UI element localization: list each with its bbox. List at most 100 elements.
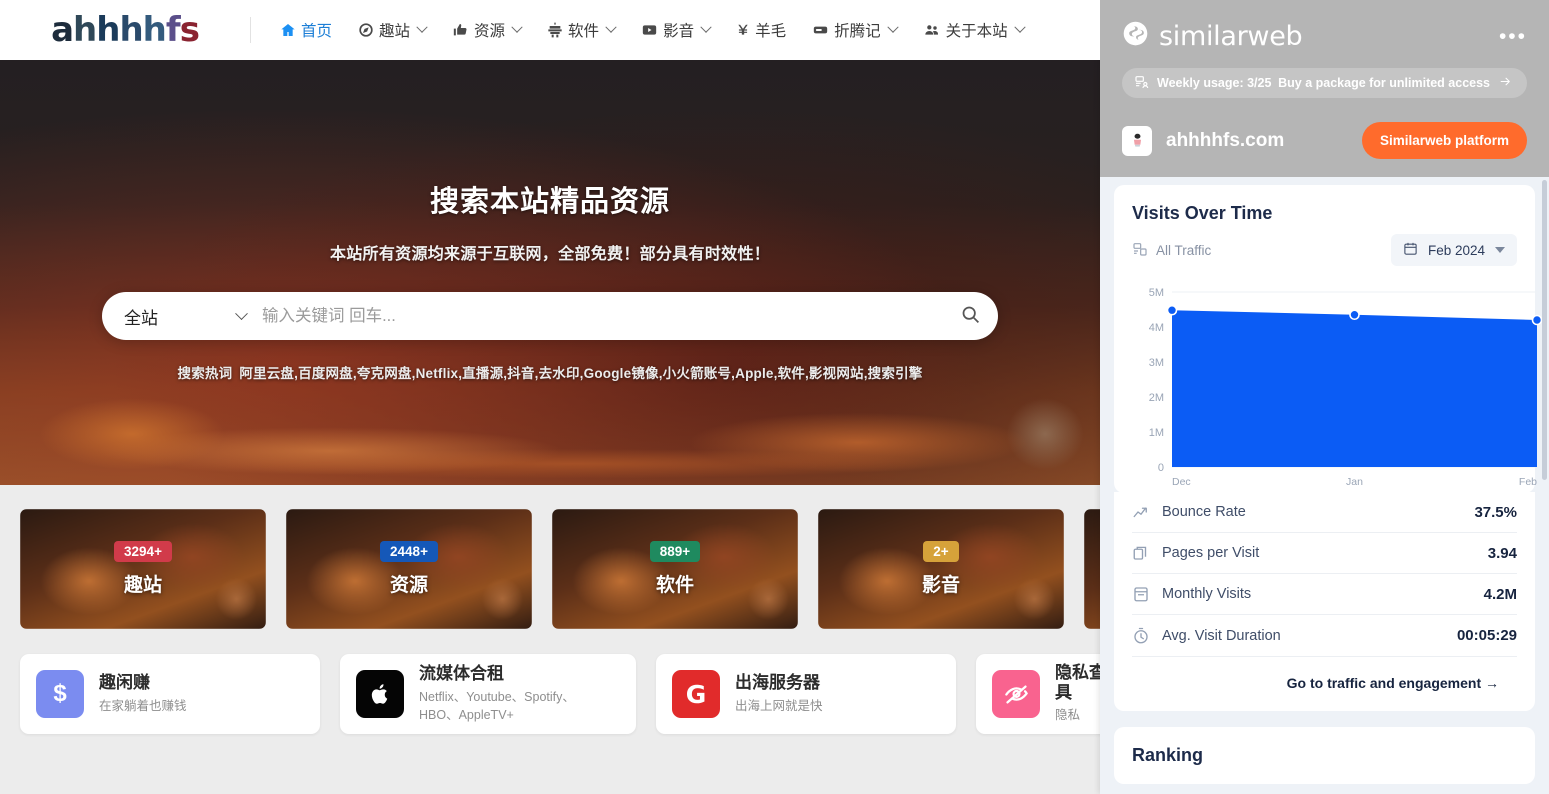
- chevron-down-icon: [700, 21, 712, 33]
- pages-icon: [1132, 544, 1150, 562]
- nav-item-ruanjian[interactable]: 软件: [534, 0, 628, 60]
- svg-text:4M: 4M: [1149, 322, 1164, 334]
- nav-item-yangmao[interactable]: 羊毛: [723, 0, 799, 60]
- clock-icon: [1132, 627, 1150, 645]
- search-icon: [960, 304, 981, 328]
- hot-keywords-label: 搜索热词: [177, 366, 233, 381]
- ranking-card-title: Ranking: [1132, 745, 1204, 765]
- promo-card-quxianzhuan[interactable]: $ 趣闲赚 在家躺着也赚钱: [20, 654, 320, 734]
- category-card[interactable]: [1084, 509, 1100, 629]
- panel-scrollbar[interactable]: [1542, 180, 1547, 480]
- nav-menu: 首页 趣站 资源 软件 影音 羊毛 折腾记 关于本站: [267, 0, 1037, 60]
- users-icon: [923, 22, 941, 38]
- search-button[interactable]: [942, 293, 998, 339]
- promo-card-subtitle: 在家躺着也赚钱: [99, 699, 187, 714]
- category-card[interactable]: 3294+ 趣站: [20, 509, 266, 629]
- hot-keywords: 搜索热词 阿里云盘,百度网盘,夸克网盘,Netflix,直播源,抖音,去水印,G…: [178, 362, 923, 382]
- buy-package-label: Buy a package for unlimited access: [1278, 76, 1490, 90]
- svg-text:0: 0: [1158, 462, 1164, 474]
- similarweb-extension-panel: similarweb ••• Weekly usage: 3/25 Buy a …: [1100, 0, 1549, 794]
- category-card[interactable]: 2+ 影音: [818, 509, 1064, 629]
- robot-icon: [547, 22, 563, 38]
- traffic-filter[interactable]: All Traffic: [1132, 241, 1211, 260]
- google-icon: G: [672, 670, 720, 718]
- engagement-metrics-card: Bounce Rate 37.5% Pages per Visit 3.94 M…: [1114, 492, 1535, 711]
- nav-item-yingyin[interactable]: 影音: [628, 0, 723, 60]
- traffic-filter-label: All Traffic: [1156, 242, 1212, 258]
- promo-card-server[interactable]: G 出海服务器 出海上网就是快: [656, 654, 956, 734]
- category-card[interactable]: 889+ 软件: [552, 509, 798, 629]
- similarweb-brand[interactable]: similarweb: [1122, 20, 1303, 52]
- traffic-engagement-link-row: Go to traffic and engagement →: [1132, 656, 1517, 711]
- metric-label: Monthly Visits: [1162, 586, 1252, 602]
- nav-item-quzhan[interactable]: 趣站: [345, 0, 439, 60]
- category-name: 资源: [389, 575, 428, 596]
- nav-item-label: 趣站: [379, 23, 411, 40]
- search-input[interactable]: [262, 293, 942, 339]
- promo-card-title: 隐私查询工具: [1055, 663, 1100, 702]
- category-card-list: 3294+ 趣站 2448+ 资源 889+ 软件 2+ 影音: [0, 485, 1100, 629]
- more-options-icon[interactable]: •••: [1499, 26, 1527, 47]
- bounce-rate-icon: [1132, 503, 1150, 521]
- buy-package-link[interactable]: Buy a package for unlimited access: [1278, 75, 1513, 91]
- metric-row-bounce-rate: Bounce Rate 37.5%: [1132, 492, 1517, 533]
- ranking-card: Ranking: [1114, 727, 1535, 784]
- site-favicon-icon: [1122, 125, 1152, 156]
- thumbs-up-icon: [452, 22, 469, 38]
- similarweb-platform-button[interactable]: Similarweb platform: [1361, 122, 1527, 159]
- metric-label: Bounce Rate: [1162, 504, 1246, 520]
- nav-item-about[interactable]: 关于本站: [910, 0, 1037, 60]
- nav-item-label: 影音: [663, 23, 695, 40]
- nav-item-label: 资源: [474, 23, 506, 40]
- search-scope-select[interactable]: 全站: [102, 304, 262, 329]
- dollar-glyph: $: [53, 680, 67, 707]
- category-name: 趣站: [123, 575, 162, 596]
- promo-card-subtitle: Netflix、Youtube、Spotify、HBO、AppleTV+: [419, 690, 575, 723]
- nav-item-zhetengji[interactable]: 折腾记: [799, 0, 910, 60]
- svg-text:2M: 2M: [1149, 392, 1164, 404]
- promo-card-title: 趣闲赚: [99, 672, 150, 692]
- similarweb-panel-body: Visits Over Time All Traffic Feb 2024 0 …: [1100, 177, 1549, 784]
- nav-item-label: 关于本站: [945, 23, 1008, 40]
- similarweb-wordmark: similarweb: [1159, 20, 1303, 52]
- metric-value: 37.5%: [1474, 503, 1517, 521]
- svg-text:1M: 1M: [1149, 427, 1164, 439]
- date-range-select[interactable]: Feb 2024: [1390, 234, 1517, 266]
- traffic-filter-icon: [1132, 241, 1148, 260]
- category-count-badge: 889+: [649, 541, 701, 562]
- go-to-traffic-and-engagement-link[interactable]: Go to traffic and engagement →: [1287, 675, 1499, 691]
- category-card-background: [1084, 509, 1100, 629]
- svg-text:5M: 5M: [1149, 287, 1164, 299]
- svg-text:Feb: Feb: [1519, 476, 1537, 488]
- similarweb-panel-header: similarweb ••• Weekly usage: 3/25 Buy a …: [1100, 0, 1549, 114]
- promo-card-privacy[interactable]: 隐私查询工具 隐私: [976, 654, 1100, 734]
- category-card-background: [20, 509, 266, 629]
- site-logo-text: ahhhhfs: [51, 10, 200, 50]
- metric-value: 3.94: [1487, 544, 1517, 562]
- chevron-down-icon: [511, 21, 523, 33]
- category-card-background: [552, 509, 798, 629]
- metric-row-monthly-visits: Monthly Visits 4.2M: [1132, 574, 1517, 615]
- hero-subtitle: 本站所有资源均来源于互联网，全部免费！部分具有时效性！: [329, 246, 771, 263]
- google-glyph: G: [685, 679, 707, 709]
- usage-icon: [1134, 74, 1150, 93]
- apple-icon: [356, 670, 404, 718]
- nav-item-home[interactable]: 首页: [267, 0, 345, 60]
- category-count-badge: 2+: [923, 541, 959, 562]
- chevron-down-icon: [416, 21, 428, 33]
- metric-label: Avg. Visit Duration: [1162, 627, 1281, 644]
- dollar-icon: $: [36, 670, 84, 718]
- similarweb-domain-row: ahhhhfs.com Similarweb platform: [1100, 114, 1549, 177]
- category-name: 影音: [921, 575, 960, 596]
- top-navbar: ahhhhfs 首页 趣站 资源 软件 影音 羊毛 折腾记 关于本站: [0, 0, 1100, 60]
- promo-card-streaming[interactable]: 流媒体合租 Netflix、Youtube、Spotify、HBO、AppleT…: [340, 654, 636, 734]
- category-card[interactable]: 2448+ 资源: [286, 509, 532, 629]
- page-title: 搜索本站精品资源: [429, 186, 670, 218]
- visits-card-title: Visits Over Time: [1132, 203, 1273, 223]
- hot-keywords-list[interactable]: 阿里云盘,百度网盘,夸克网盘,Netflix,直播源,抖音,去水印,Google…: [239, 362, 922, 382]
- nav-item-ziyuan[interactable]: 资源: [439, 0, 534, 60]
- site-logo[interactable]: ahhhhfs: [0, 0, 250, 60]
- nav-item-label: 首页: [301, 23, 333, 40]
- promo-card-subtitle: 出海上网就是快: [735, 699, 823, 714]
- arrow-right-icon: [1498, 75, 1513, 91]
